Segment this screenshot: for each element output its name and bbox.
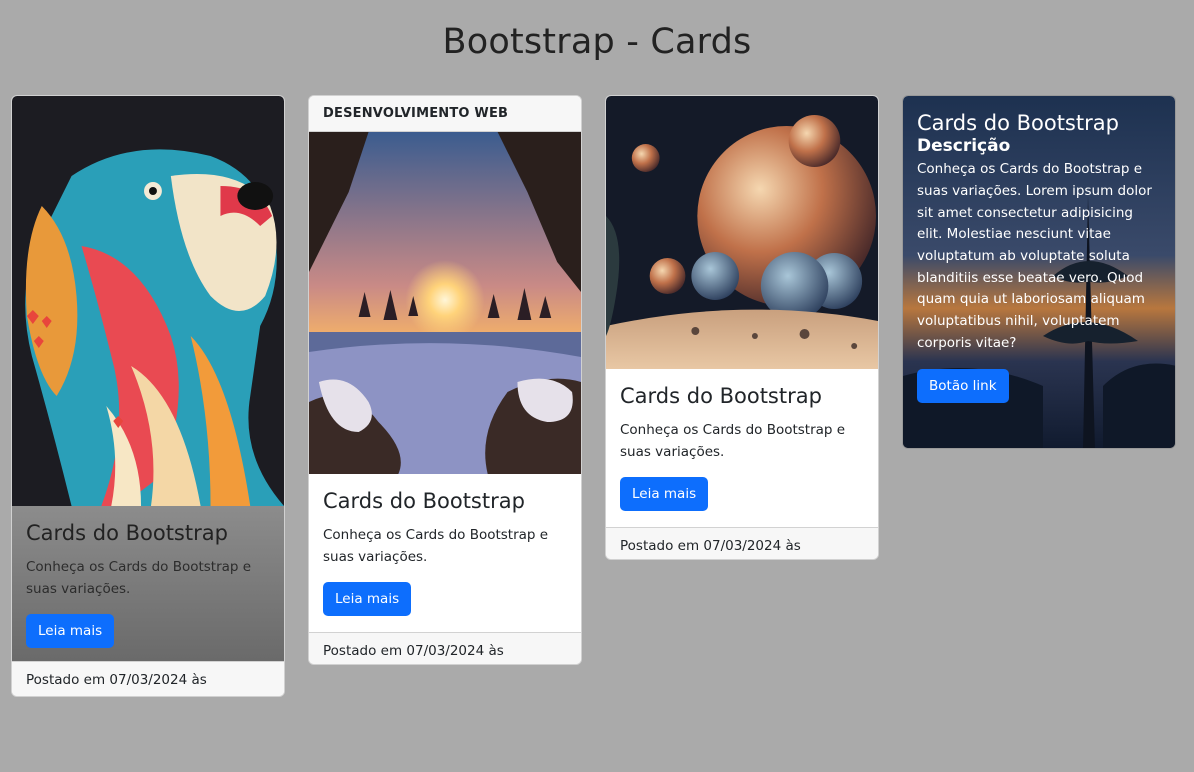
card-overlay-content: Cards do Bootstrap Descrição Conheça os … (903, 96, 1175, 448)
card-image-winter (309, 132, 581, 474)
card-title: Cards do Bootstrap (620, 384, 822, 408)
card-text: Conheça os Cards do Bootstrap e suas var… (26, 559, 252, 598)
page-title: Bootstrap - Cards (442, 22, 752, 62)
card-title: Cards do Bootstrap (26, 521, 228, 545)
card-footer: Postado em 07/03/2024 às 19:00:00 (12, 661, 284, 696)
card-body: Cards do Bootstrap Conheça os Cards do B… (12, 506, 284, 661)
card-body: Cards do Bootstrap Conheça os Cards do B… (606, 369, 878, 527)
card-subtitle: Descrição (917, 136, 1011, 157)
card-image-dog (12, 96, 284, 506)
card-title: Cards do Bootstrap (917, 111, 1119, 135)
card-winter: DESENVOLVIMENTO WEB Cards do Bootstrap C… (308, 95, 582, 665)
card-footer: Postado em 07/03/2024 às 19:00:00 (309, 632, 581, 664)
card-text: Conheça os Cards do Bootstrap e suas var… (323, 527, 549, 566)
card-footer: Postado em 07/03/2024 às 19:00:00 (606, 527, 878, 559)
card-text: Conheça os Cards do Bootstrap e suas var… (620, 422, 846, 461)
card-body: Cards do Bootstrap Conheça os Cards do B… (309, 474, 581, 632)
card-dog: Cards do Bootstrap Conheça os Cards do B… (11, 95, 285, 697)
card-title: Cards do Bootstrap (323, 489, 525, 513)
link-button[interactable]: Botão link (917, 368, 1009, 403)
read-more-button[interactable]: Leia mais (620, 477, 709, 512)
card-overlay: Cards do Bootstrap Descrição Conheça os … (902, 95, 1176, 449)
card-planets: Cards do Bootstrap Conheça os Cards do B… (605, 95, 879, 560)
read-more-button[interactable]: Leia mais (26, 614, 115, 649)
card-header: DESENVOLVIMENTO WEB (309, 96, 581, 132)
read-more-button[interactable]: Leia mais (323, 582, 412, 617)
card-text: Conheça os Cards do Bootstrap e suas var… (917, 161, 1152, 351)
card-image-planets (606, 96, 878, 369)
